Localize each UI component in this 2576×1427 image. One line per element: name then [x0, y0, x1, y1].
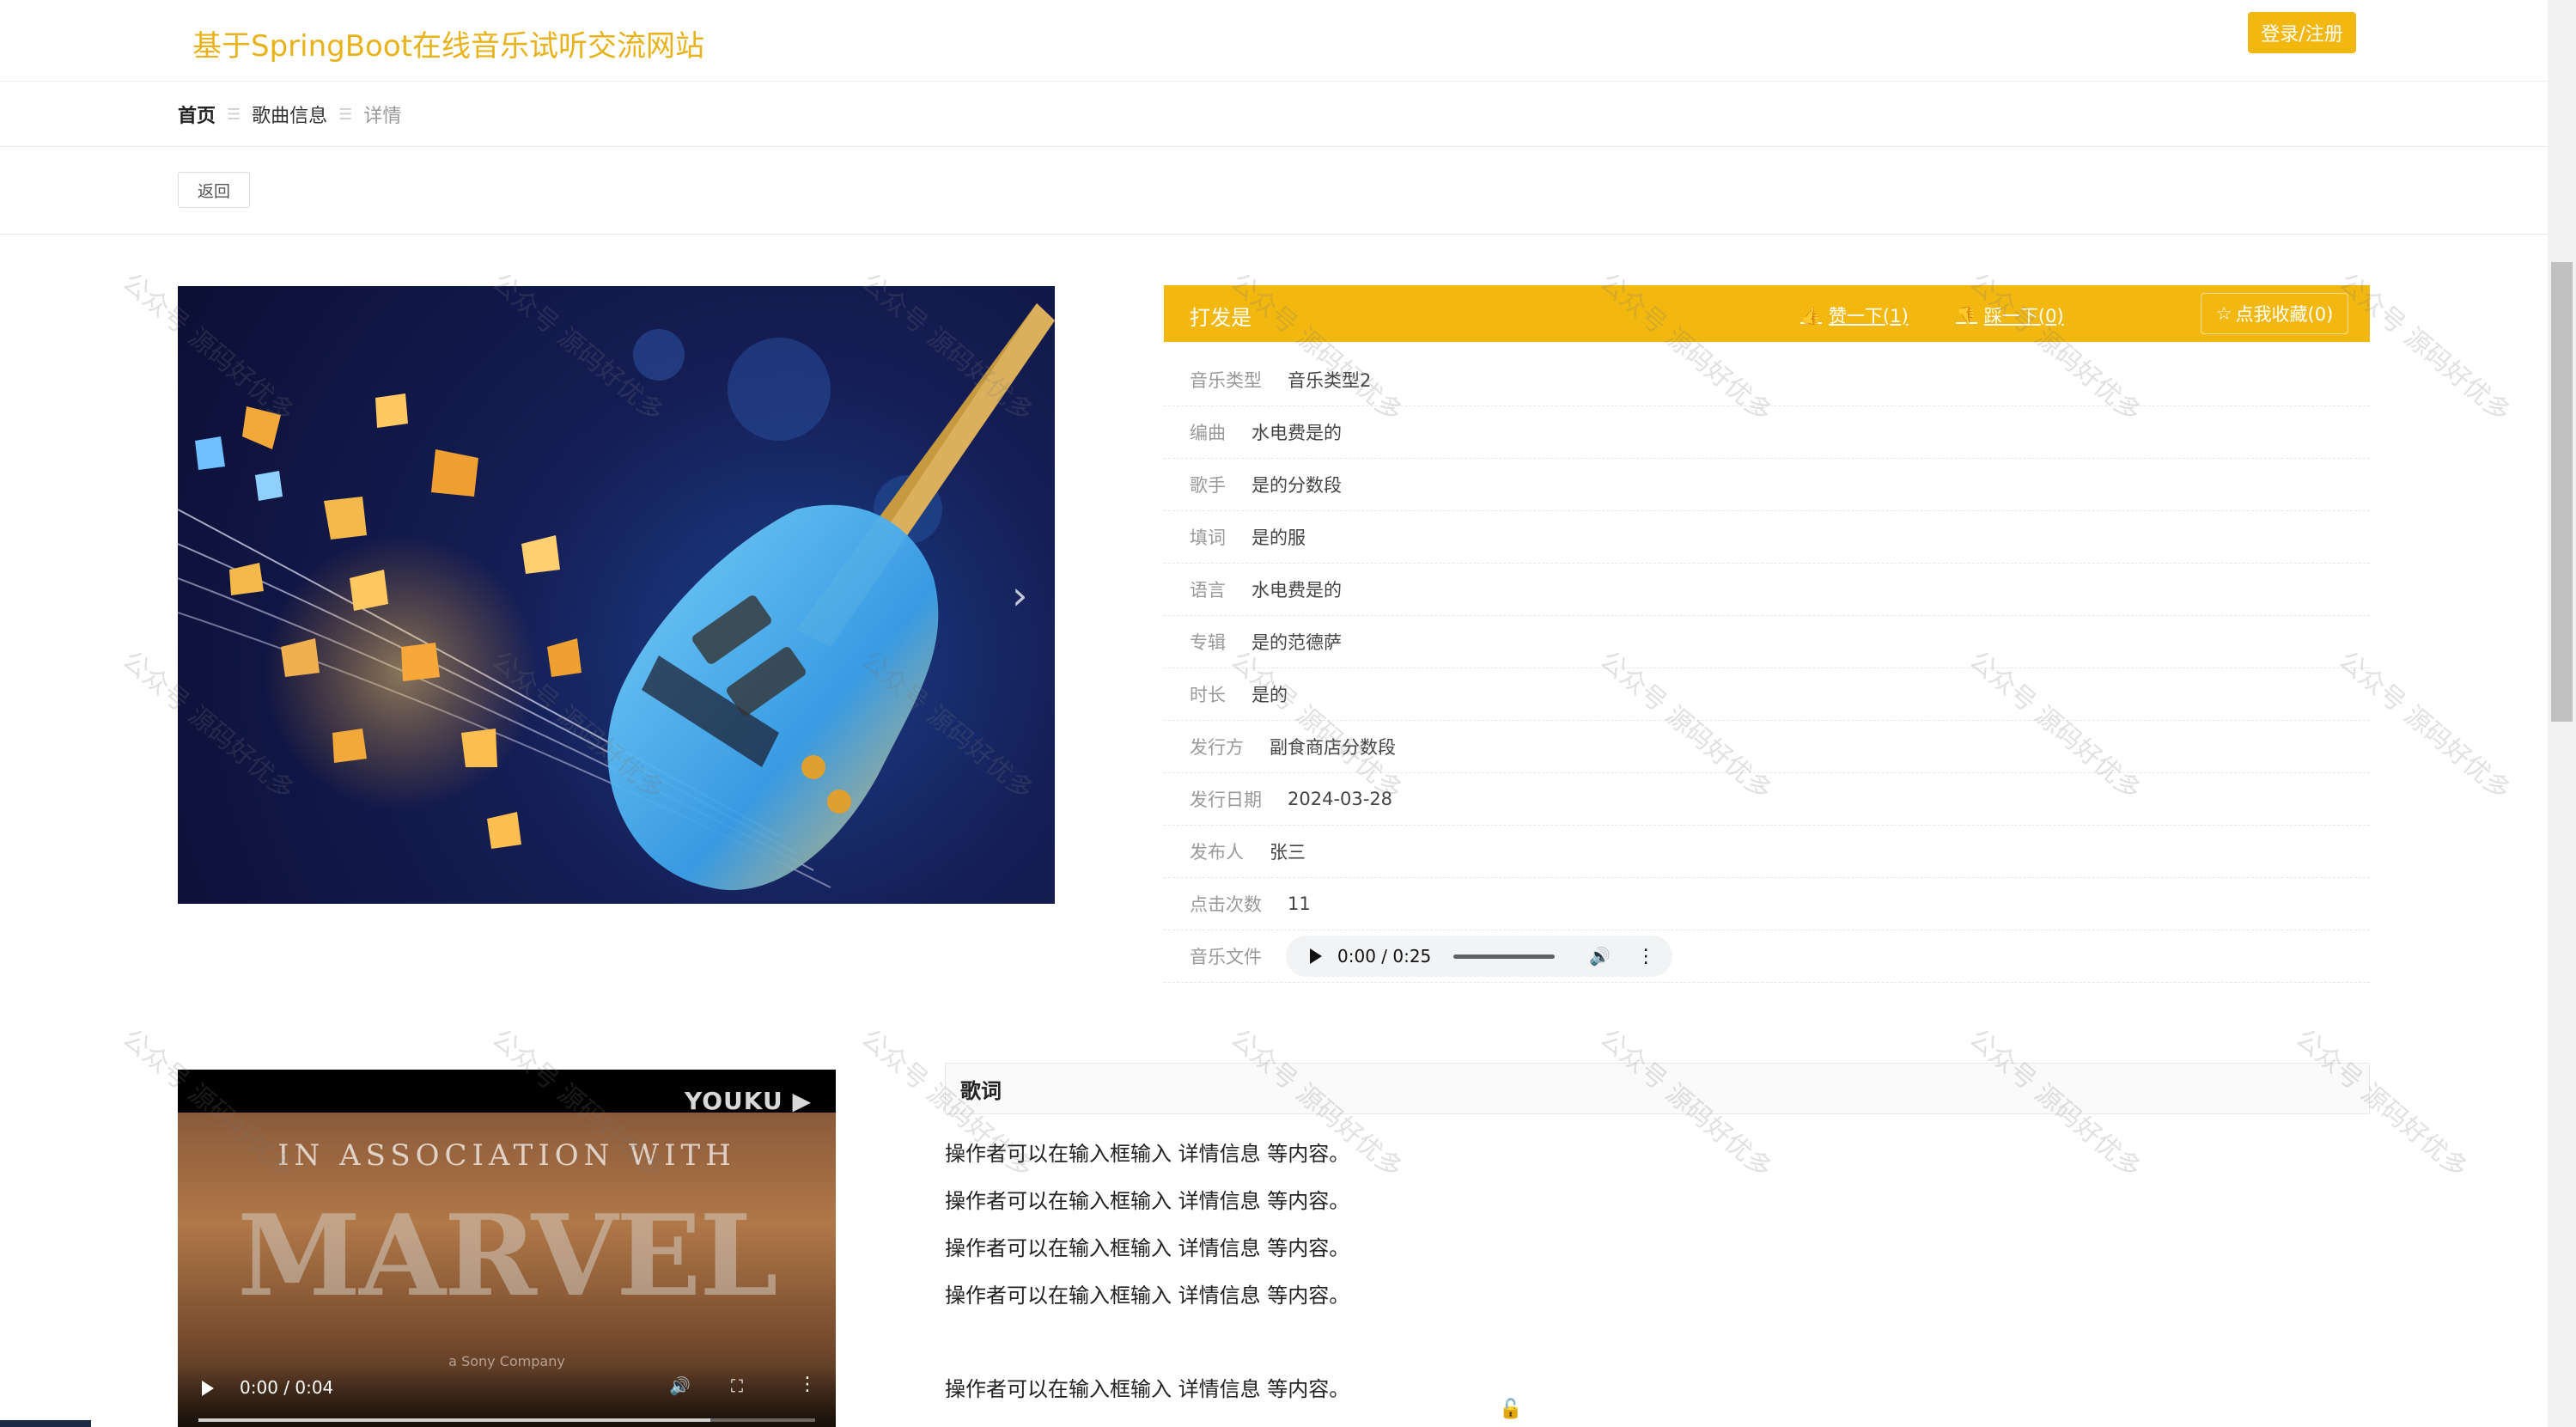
- audio-player[interactable]: 0:00 / 0:25 🔊 ⋮: [1286, 936, 1672, 977]
- video-time: 0:00 / 0:04: [240, 1377, 334, 1398]
- detail-label: 编曲: [1190, 423, 1226, 443]
- breadcrumb-separator-icon: ☰: [227, 105, 241, 124]
- login-register-button[interactable]: 登录/注册: [2248, 12, 2356, 53]
- lyrics-line: 操作者可以在输入框输入 详情信息 等内容。: [945, 1142, 1350, 1166]
- lyrics-line: 操作者可以在输入框输入 详情信息 等内容。: [945, 1284, 1350, 1308]
- video-volume-icon[interactable]: 🔊: [669, 1375, 691, 1396]
- detail-row-poster: 发布人 张三: [1164, 826, 2370, 878]
- detail-row-publisher: 发行方 副食商店分数段: [1164, 721, 2370, 773]
- breadcrumb-home[interactable]: 首页: [178, 101, 216, 128]
- favorite-label: 点我收藏(0): [2235, 304, 2334, 325]
- video-play-icon[interactable]: [202, 1381, 214, 1396]
- breadcrumb: 首页 ☰ 歌曲信息 ☰ 详情: [178, 101, 401, 128]
- detail-value: 张三: [1270, 842, 1306, 863]
- star-icon: ☆: [2215, 303, 2232, 324]
- lyrics-line: 操作者可以在输入框输入 详情信息 等内容。: [945, 1189, 1350, 1213]
- detail-value: 水电费是的: [1251, 580, 1342, 601]
- song-info-header: 打发是 👍 赞一下(1) 👎 踩一下(0) ☆ 点我收藏(0): [1164, 285, 2370, 342]
- detail-row-lyricist: 填词 是的服: [1164, 511, 2370, 564]
- youku-logo: YOUKU ▶: [684, 1087, 812, 1115]
- audio-time: 0:00 / 0:25: [1337, 946, 1432, 967]
- like-button[interactable]: 👍 赞一下(1): [1800, 302, 1909, 328]
- thumbs-up-icon: 👍: [1800, 305, 1822, 326]
- lyrics-line: 操作者可以在输入框输入 详情信息 等内容。: [945, 1236, 1350, 1260]
- detail-value: 是的分数段: [1251, 475, 1342, 496]
- dislike-label: 踩一下(0): [1983, 306, 2064, 326]
- fullscreen-icon[interactable]: ⛶: [731, 1375, 743, 1396]
- detail-value: 是的服: [1251, 528, 1306, 548]
- detail-label: 点击次数: [1190, 894, 1262, 915]
- back-bar: 返回: [0, 147, 2548, 235]
- detail-label: 发行方: [1190, 737, 1244, 758]
- song-cover-image: [178, 286, 1055, 904]
- volume-icon[interactable]: 🔊: [1589, 946, 1611, 967]
- more-options-icon[interactable]: ⋮: [1636, 946, 1655, 967]
- detail-label: 发布人: [1190, 842, 1244, 863]
- detail-row-release-date: 发行日期 2024-03-28: [1164, 773, 2370, 826]
- detail-row-language: 语言 水电费是的: [1164, 564, 2370, 616]
- video-player[interactable]: YOUKU ▶ IN ASSOCIATION WITH MARVEL a Son…: [178, 1070, 836, 1427]
- breadcrumb-bar: 首页 ☰ 歌曲信息 ☰ 详情: [0, 82, 2548, 147]
- detail-row-music-type: 音乐类型 音乐类型2: [1164, 354, 2370, 406]
- detail-row-singer: 歌手 是的分数段: [1164, 459, 2370, 511]
- detail-label: 音乐类型: [1190, 370, 1262, 391]
- thumbs-down-icon: 👎: [1956, 305, 1977, 326]
- detail-row-arranger: 编曲 水电费是的: [1164, 406, 2370, 459]
- top-header: 基于SpringBoot在线音乐试听交流网站 登录/注册: [0, 0, 2548, 82]
- detail-label: 时长: [1190, 685, 1226, 705]
- play-icon[interactable]: [1310, 948, 1322, 964]
- video-progress-bar[interactable]: [198, 1418, 815, 1422]
- detail-label: 音乐文件: [1190, 947, 1262, 967]
- breadcrumb-separator-icon: ☰: [338, 105, 353, 124]
- detail-value: 2024-03-28: [1288, 789, 1393, 809]
- bottom-left-tab: [0, 1420, 91, 1427]
- guitar-artwork: [178, 303, 1055, 891]
- detail-label: 歌手: [1190, 475, 1226, 496]
- detail-label: 语言: [1190, 580, 1226, 601]
- detail-value: 是的范德萨: [1251, 632, 1342, 653]
- detail-label: 专辑: [1190, 632, 1226, 653]
- lock-icon[interactable]: 🔓: [1499, 1399, 1522, 1420]
- video-overlay-text: IN ASSOCIATION WITH: [277, 1138, 736, 1173]
- detail-label: 填词: [1190, 528, 1226, 548]
- breadcrumb-song-info[interactable]: 歌曲信息: [252, 101, 327, 128]
- breadcrumb-current: 详情: [363, 106, 402, 127]
- lyrics-line: 操作者可以在输入框输入 详情信息 等内容。: [945, 1377, 1350, 1401]
- audio-progress-slider[interactable]: [1453, 954, 1556, 959]
- detail-value: 是的: [1251, 685, 1288, 705]
- detail-row-duration: 时长 是的: [1164, 668, 2370, 721]
- site-title[interactable]: 基于SpringBoot在线音乐试听交流网站: [192, 22, 704, 64]
- detail-row-album: 专辑 是的范德萨: [1164, 616, 2370, 668]
- carousel-next-icon[interactable]: ›: [1012, 576, 1027, 615]
- video-big-text: MARVEL: [237, 1190, 778, 1321]
- detail-value: 11: [1288, 893, 1311, 914]
- detail-label: 发行日期: [1190, 790, 1262, 810]
- dislike-button[interactable]: 👎 踩一下(0): [1956, 302, 2064, 328]
- video-more-options-icon[interactable]: ⋮: [798, 1374, 817, 1395]
- detail-row-music-file: 音乐文件 0:00 / 0:25 🔊 ⋮: [1164, 930, 2370, 983]
- favorite-button[interactable]: ☆ 点我收藏(0): [2201, 293, 2348, 334]
- video-controls: 0:00 / 0:04 🔊 ⛶ ⋮: [178, 1367, 836, 1427]
- detail-row-click-count: 点击次数 11: [1164, 878, 2370, 930]
- detail-value: 水电费是的: [1251, 423, 1342, 443]
- lyrics-title: 歌词: [945, 1063, 2370, 1114]
- like-label: 赞一下(1): [1828, 306, 1909, 326]
- back-button[interactable]: 返回: [178, 172, 250, 208]
- detail-value: 音乐类型2: [1288, 370, 1372, 391]
- detail-value: 副食商店分数段: [1270, 737, 1396, 758]
- page-scrollbar-thumb[interactable]: [2551, 262, 2573, 722]
- song-name: 打发是: [1190, 306, 1251, 330]
